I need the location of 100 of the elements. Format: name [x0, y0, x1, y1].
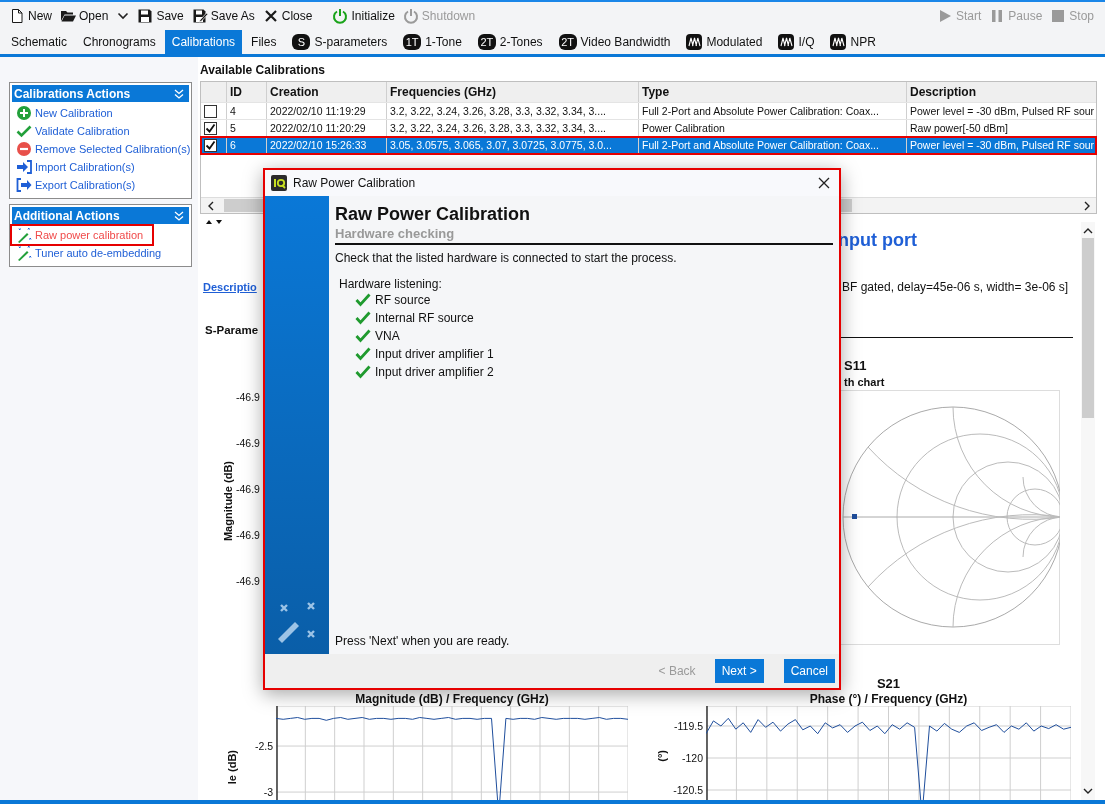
tab[interactable]: 2T 2-Tones — [470, 30, 550, 54]
table-row[interactable]: 6 2022/02/10 15:26:33 3.05, 3.0575, 3.065, 3.07, 3.0725, 3.0775, 3.0... Full 2-Port and Absolute Power Calibration: Coax... Power level = -30 dBm, Pulsed RF sour — [201, 137, 1096, 154]
wizard-subheading: Hardware checking — [335, 226, 455, 241]
hardware-item: Input driver amplifier 1 — [375, 347, 494, 361]
scroll-right-icon[interactable] — [1082, 199, 1092, 212]
peaks-icon — [830, 34, 847, 50]
hint-text: Press 'Next' when you are ready. — [335, 634, 510, 648]
action-link[interactable]: Raw power calibration — [12, 226, 152, 244]
axis-label: Magnitude (dB) — [222, 460, 234, 541]
initialize-button[interactable]: Initialize — [329, 5, 398, 27]
axis-tick-label: -119.5 — [674, 720, 703, 732]
table-cell: 2022/02/10 11:19:29 — [270, 105, 366, 117]
power-icon — [332, 8, 349, 24]
export-icon — [16, 177, 32, 193]
table-cell: Power Calibration — [642, 122, 725, 134]
table-row[interactable]: 4 2022/02/10 11:19:29 3.2, 3.22, 3.24, 3.26, 3.28, 3.3, 3.32, 3.34, 3.... Full 2-Port and Absolute Power Calibration: Coax... Power level = -30 dBm, Pulsed RF sour — [201, 103, 1096, 120]
scroll-left-icon[interactable] — [206, 199, 216, 212]
column-header[interactable]: Type — [642, 85, 670, 99]
collapse-icon[interactable] — [173, 87, 185, 100]
table-cell: Full 2-Port and Absolute Power Calibration: Coax... — [642, 139, 879, 151]
checkbox[interactable] — [204, 104, 217, 118]
action-link[interactable]: Export Calibration(s) — [12, 176, 138, 194]
axis-tick-label: -120.5 — [673, 784, 703, 796]
axis-tick-label: -46.9 — [236, 437, 260, 449]
section-title: Available Calibrations — [200, 63, 325, 79]
action-link[interactable]: Import Calibration(s) — [12, 158, 137, 176]
axis-label: le (dB) — [226, 750, 238, 785]
scroll-up-icon[interactable] — [1082, 226, 1094, 236]
minus-circle-icon — [16, 141, 32, 157]
column-header[interactable]: Creation — [270, 85, 319, 99]
table-cell: 4 — [230, 105, 236, 117]
tab[interactable]: S S-parameters — [285, 30, 395, 54]
axis-tick-label: -46.9 — [236, 529, 260, 541]
scrollbar[interactable] — [1081, 222, 1095, 800]
axis-tick-label: -3 — [263, 786, 273, 799]
tab[interactable]: I/Q — [771, 30, 822, 54]
table-cell: Power level = -30 dBm, Pulsed RF sour — [910, 139, 1095, 151]
peaks-icon — [778, 34, 795, 50]
table-cell: 5 — [230, 122, 236, 134]
tab[interactable]: Modulated — [679, 30, 770, 54]
tab-badge: 2T — [558, 34, 577, 50]
checkbox[interactable] — [204, 138, 217, 152]
wizard-heading: Raw Power Calibration — [335, 204, 531, 225]
axis-tick-label: -46.9 — [236, 391, 260, 403]
checkbox[interactable] — [204, 121, 217, 135]
new-button[interactable]: New — [6, 5, 55, 27]
chart-title: Phase (°) / Frequency (GHz) — [809, 692, 968, 706]
save-button[interactable]: Save — [134, 5, 187, 27]
table-cell: Raw power[-50 dBm] — [910, 122, 1009, 134]
axis-tick-label: -46.9 — [236, 483, 260, 495]
list-label: Hardware listening: — [339, 277, 442, 291]
tab[interactable]: NPR — [823, 30, 883, 54]
action-link[interactable]: Validate Calibration — [12, 122, 132, 140]
plus-circle-icon — [16, 105, 32, 121]
chart-title: S21 — [876, 676, 901, 692]
power-icon — [402, 8, 419, 24]
axis-label: (°) — [656, 750, 668, 762]
column-header[interactable]: Description — [910, 85, 976, 99]
folder-icon — [60, 8, 76, 24]
tab[interactable]: Schematic — [4, 30, 75, 54]
cancel-button[interactable]: Cancel — [783, 659, 835, 683]
window-title: Raw Power Calibration — [293, 176, 416, 190]
document-icon — [9, 8, 25, 24]
action-link[interactable]: Tuner auto de-embedding — [12, 244, 164, 262]
check-icon — [16, 123, 32, 139]
next-button[interactable]: Next > — [714, 659, 764, 683]
save-as-button[interactable]: Save As — [188, 5, 258, 27]
description-link[interactable]: Descriptio — [203, 281, 257, 293]
close-icon[interactable] — [817, 176, 831, 190]
tab[interactable]: 1T 1-Tone — [396, 30, 469, 54]
tab[interactable]: Calibrations — [164, 30, 243, 54]
close-icon — [262, 8, 279, 24]
stop-icon — [1050, 8, 1067, 24]
tab[interactable]: Chronograms — [76, 30, 163, 54]
hardware-item: Internal RF source — [375, 311, 474, 325]
section-title: S-Parame — [205, 323, 259, 336]
collapse-icon[interactable] — [173, 209, 185, 222]
table-cell: 3.2, 3.22, 3.24, 3.26, 3.28, 3.3, 3.32, 3.34, 3.... — [390, 105, 606, 117]
close-button[interactable]: Close — [259, 5, 316, 27]
import-icon — [16, 159, 32, 175]
tab-badge: S — [292, 34, 311, 50]
instruction-text: Check that the listed hardware is connected to start the process. — [335, 251, 677, 265]
scroll-down-icon[interactable] — [1082, 786, 1094, 796]
table-cell: Full 2-Port and Absolute Power Calibration: Coax... — [642, 105, 879, 117]
table-cell: 3.2, 3.22, 3.24, 3.26, 3.28, 3.3, 3.32, 3.34, 3.... — [390, 122, 606, 134]
tab-badge: 2T — [477, 34, 496, 50]
chart-title: S11 — [844, 358, 867, 373]
hardware-item: RF source — [375, 293, 431, 307]
hardware-item: Input driver amplifier 2 — [375, 365, 494, 379]
hardware-item: VNA — [375, 329, 400, 343]
action-link[interactable]: Remove Selected Calibration(s) — [12, 140, 193, 158]
open-button[interactable]: Open — [57, 5, 133, 27]
tab[interactable]: 2T Video Bandwidth — [551, 30, 678, 54]
column-header[interactable]: ID — [230, 85, 242, 99]
splitter-arrows-icon[interactable] — [205, 219, 223, 225]
column-header[interactable]: Frequencies (GHz) — [390, 85, 497, 99]
action-link[interactable]: New Calibration — [12, 104, 115, 122]
table-cell: 3.05, 3.0575, 3.065, 3.07, 3.0725, 3.0775, 3.0... — [390, 139, 612, 151]
magic-wand-icon — [16, 245, 32, 261]
tab[interactable]: Files — [244, 30, 284, 54]
